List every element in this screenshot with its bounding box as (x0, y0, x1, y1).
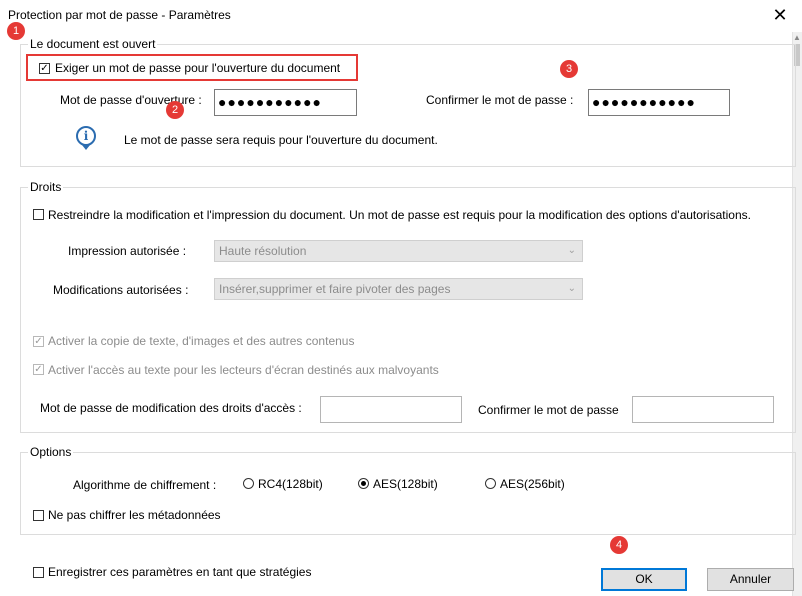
radio-selected-dot (361, 481, 366, 486)
close-icon[interactable]: ✕ (768, 3, 792, 27)
perm-confirm-label: Confirmer le mot de passe (478, 403, 619, 417)
changes-allowed-value: Insérer,supprimer et faire pivoter des p… (219, 282, 451, 296)
require-password-label: Exiger un mot de passe pour l'ouverture … (55, 61, 341, 75)
window-title: Protection par mot de passe - Paramètres (8, 8, 231, 22)
restrict-label: Restreindre la modification et l'impress… (48, 208, 751, 222)
marker-2: 2 (166, 101, 184, 119)
chevron-down-icon: ⌄ (567, 283, 576, 294)
radio-aes256-label: AES(256bit) (500, 477, 565, 491)
save-policy-label: Enregistrer ces paramètres en tant que s… (48, 565, 312, 579)
print-allowed-select[interactable]: Haute résolution ⌄ (214, 240, 583, 262)
info-text: Le mot de passe sera requis pour l'ouver… (124, 133, 438, 147)
algorithm-label: Algorithme de chiffrement : (73, 478, 217, 492)
no-metadata-label: Ne pas chiffrer les métadonnées (48, 508, 221, 522)
changes-allowed-select[interactable]: Insérer,supprimer et faire pivoter des p… (214, 278, 583, 300)
print-allowed-value: Haute résolution (219, 244, 307, 258)
no-metadata-checkbox[interactable] (33, 510, 44, 521)
scroll-up-icon[interactable]: ▲ (792, 32, 802, 44)
cancel-button[interactable]: Annuler (707, 568, 794, 591)
confirm-password-field[interactable]: ●●●●●●●●●●● (588, 89, 730, 116)
info-icon-tail (82, 145, 90, 150)
radio-rc4[interactable] (243, 478, 254, 489)
group-open-document-legend: Le document est ouvert (28, 37, 158, 51)
ok-button[interactable]: OK (601, 568, 687, 591)
restrict-checkbox[interactable] (33, 209, 44, 220)
enable-access-checkbox[interactable]: ✓ (33, 364, 44, 375)
radio-aes128[interactable] (358, 478, 369, 489)
print-allowed-label: Impression autorisée : (68, 244, 187, 258)
changes-allowed-label: Modifications autorisées : (53, 283, 189, 297)
open-password-field[interactable]: ●●●●●●●●●●● (214, 89, 357, 116)
radio-aes256[interactable] (485, 478, 496, 489)
perm-confirm-field[interactable] (632, 396, 774, 423)
require-password-checkbox[interactable]: ✓ (39, 63, 50, 74)
chevron-down-icon: ⌄ (567, 245, 576, 256)
perm-password-label: Mot de passe de modification des droits … (40, 401, 302, 415)
group-options-legend: Options (28, 445, 74, 459)
title-bar: Protection par mot de passe - Paramètres… (0, 0, 802, 32)
enable-copy-label: Activer la copie de texte, d'images et d… (48, 334, 355, 348)
enable-access-label: Activer l'accès au texte pour les lecteu… (48, 363, 439, 377)
save-policy-checkbox[interactable] (33, 567, 44, 578)
perm-password-field[interactable] (320, 396, 462, 423)
group-rights-legend: Droits (28, 180, 64, 194)
info-icon: i (76, 126, 96, 146)
radio-rc4-label: RC4(128bit) (258, 477, 323, 491)
radio-aes128-label: AES(128bit) (373, 477, 438, 491)
confirm-password-label: Confirmer le mot de passe : (426, 93, 574, 107)
marker-3: 3 (560, 60, 578, 78)
marker-4: 4 (610, 536, 628, 554)
group-options (20, 452, 796, 535)
enable-copy-checkbox[interactable]: ✓ (33, 336, 44, 347)
marker-1: 1 (7, 22, 25, 40)
